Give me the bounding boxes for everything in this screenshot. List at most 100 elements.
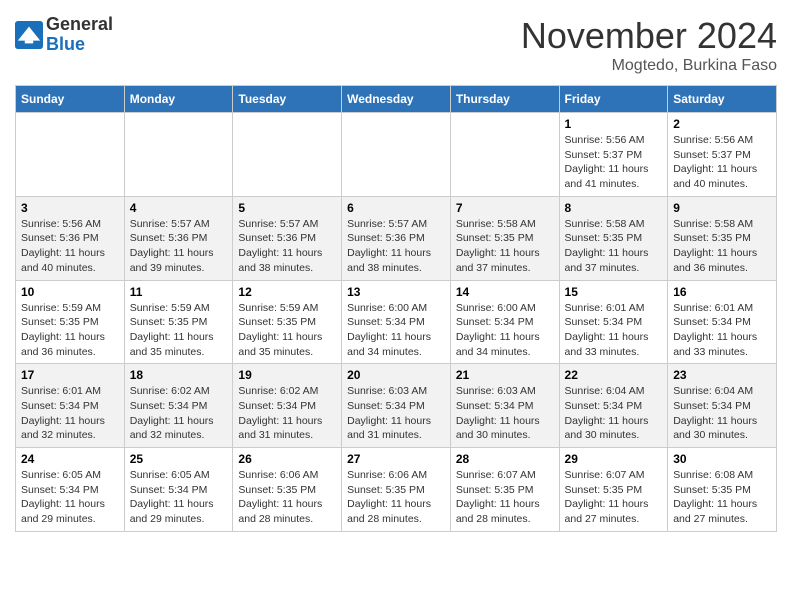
logo: General Blue: [15, 15, 113, 55]
day-info: Sunrise: 5:59 AMSunset: 5:35 PMDaylight:…: [238, 301, 336, 360]
calendar-table: Sunday Monday Tuesday Wednesday Thursday…: [15, 85, 777, 532]
day-number: 20: [347, 368, 445, 382]
calendar-week-1: 1 Sunrise: 5:56 AMSunset: 5:37 PMDaylight…: [16, 113, 777, 197]
day-info: Sunrise: 5:59 AMSunset: 5:35 PMDaylight:…: [130, 301, 228, 360]
day-info: Sunrise: 6:06 AMSunset: 5:35 PMDaylight:…: [347, 468, 445, 527]
logo-icon: [15, 21, 43, 49]
day-number: 14: [456, 285, 554, 299]
calendar-cell: 18Sunrise: 6:02 AMSunset: 5:34 PMDayligh…: [124, 364, 233, 448]
col-wednesday: Wednesday: [342, 86, 451, 113]
calendar-cell: [342, 113, 451, 197]
day-info: Sunrise: 6:08 AMSunset: 5:35 PMDaylight:…: [673, 468, 771, 527]
header-row: Sunday Monday Tuesday Wednesday Thursday…: [16, 86, 777, 113]
day-number: 29: [565, 452, 663, 466]
day-number: 19: [238, 368, 336, 382]
day-info: Sunrise: 5:56 AMSunset: 5:36 PMDaylight:…: [21, 217, 119, 276]
calendar-cell: [16, 113, 125, 197]
day-number: 11: [130, 285, 228, 299]
calendar-cell: [450, 113, 559, 197]
day-info: Sunrise: 6:07 AMSunset: 5:35 PMDaylight:…: [456, 468, 554, 527]
calendar-cell: 1 Sunrise: 5:56 AMSunset: 5:37 PMDaylight…: [559, 113, 668, 197]
calendar-cell: 14 Sunrise: 6:00 AMSunset: 5:34 PMDayligh…: [450, 280, 559, 364]
day-number: 24: [21, 452, 119, 466]
day-number: 6: [347, 201, 445, 215]
calendar-week-4: 17 Sunrise: 6:01 AMSunset: 5:34 PMDayligh…: [16, 364, 777, 448]
calendar-cell: 26 Sunrise: 6:06 AMSunset: 5:35 PMDayligh…: [233, 448, 342, 532]
day-info: Sunrise: 5:57 AMSunset: 5:36 PMDaylight:…: [238, 217, 336, 276]
title-block: November 2024 Mogtedo, Burkina Faso: [521, 15, 777, 75]
day-number: 27: [347, 452, 445, 466]
day-info: Sunrise: 6:03 AMSunset: 5:34 PMDaylight:…: [347, 384, 445, 443]
calendar-cell: 29 Sunrise: 6:07 AMSunset: 5:35 PMDayligh…: [559, 448, 668, 532]
logo-general: General: [46, 14, 113, 34]
col-saturday: Saturday: [668, 86, 777, 113]
day-number: 12: [238, 285, 336, 299]
calendar-cell: 24Sunrise: 6:05 AMSunset: 5:34 PMDayligh…: [16, 448, 125, 532]
day-number: 5: [238, 201, 336, 215]
day-number: 25: [130, 452, 228, 466]
day-info: Sunrise: 6:01 AMSunset: 5:34 PMDaylight:…: [21, 384, 119, 443]
day-number: 21: [456, 368, 554, 382]
calendar-cell: 7 Sunrise: 5:58 AMSunset: 5:35 PMDaylight…: [450, 196, 559, 280]
day-info: Sunrise: 5:58 AMSunset: 5:35 PMDaylight:…: [565, 217, 663, 276]
day-info: Sunrise: 6:05 AMSunset: 5:34 PMDaylight:…: [130, 468, 228, 527]
calendar-cell: 6 Sunrise: 5:57 AMSunset: 5:36 PMDaylight…: [342, 196, 451, 280]
calendar-cell: 13 Sunrise: 6:00 AMSunset: 5:34 PMDayligh…: [342, 280, 451, 364]
day-info: Sunrise: 6:02 AMSunset: 5:34 PMDaylight:…: [238, 384, 336, 443]
day-info: Sunrise: 6:07 AMSunset: 5:35 PMDaylight:…: [565, 468, 663, 527]
calendar-week-3: 10 Sunrise: 5:59 AMSunset: 5:35 PMDayligh…: [16, 280, 777, 364]
day-info: Sunrise: 6:00 AMSunset: 5:34 PMDaylight:…: [456, 301, 554, 360]
location: Mogtedo, Burkina Faso: [521, 57, 777, 75]
day-info: Sunrise: 5:57 AMSunset: 5:36 PMDaylight:…: [347, 217, 445, 276]
calendar-cell: 28Sunrise: 6:07 AMSunset: 5:35 PMDayligh…: [450, 448, 559, 532]
day-info: Sunrise: 6:00 AMSunset: 5:34 PMDaylight:…: [347, 301, 445, 360]
col-friday: Friday: [559, 86, 668, 113]
day-number: 4: [130, 201, 228, 215]
day-number: 10: [21, 285, 119, 299]
day-number: 17: [21, 368, 119, 382]
calendar-cell: 9 Sunrise: 5:58 AMSunset: 5:35 PMDaylight…: [668, 196, 777, 280]
calendar-cell: [233, 113, 342, 197]
calendar-cell: 20 Sunrise: 6:03 AMSunset: 5:34 PMDayligh…: [342, 364, 451, 448]
day-info: Sunrise: 6:04 AMSunset: 5:34 PMDaylight:…: [565, 384, 663, 443]
col-sunday: Sunday: [16, 86, 125, 113]
calendar-cell: [124, 113, 233, 197]
day-number: 16: [673, 285, 771, 299]
day-info: Sunrise: 6:01 AMSunset: 5:34 PMDaylight:…: [673, 301, 771, 360]
calendar-cell: 15Sunrise: 6:01 AMSunset: 5:34 PMDayligh…: [559, 280, 668, 364]
calendar-cell: 3Sunrise: 5:56 AMSunset: 5:36 PMDaylight…: [16, 196, 125, 280]
day-number: 2: [673, 117, 771, 131]
calendar-cell: 22 Sunrise: 6:04 AMSunset: 5:34 PMDayligh…: [559, 364, 668, 448]
day-number: 30: [673, 452, 771, 466]
calendar-cell: 27 Sunrise: 6:06 AMSunset: 5:35 PMDayligh…: [342, 448, 451, 532]
calendar-cell: 21 Sunrise: 6:03 AMSunset: 5:34 PMDayligh…: [450, 364, 559, 448]
day-number: 13: [347, 285, 445, 299]
day-number: 7: [456, 201, 554, 215]
month-title: November 2024: [521, 15, 777, 57]
col-thursday: Thursday: [450, 86, 559, 113]
day-info: Sunrise: 5:58 AMSunset: 5:35 PMDaylight:…: [456, 217, 554, 276]
day-info: Sunrise: 6:06 AMSunset: 5:35 PMDaylight:…: [238, 468, 336, 527]
day-number: 1: [565, 117, 663, 131]
calendar-cell: 23Sunrise: 6:04 AMSunset: 5:34 PMDayligh…: [668, 364, 777, 448]
day-info: Sunrise: 5:58 AMSunset: 5:35 PMDaylight:…: [673, 217, 771, 276]
day-info: Sunrise: 5:56 AMSunset: 5:37 PMDaylight:…: [673, 133, 771, 192]
logo-blue: Blue: [46, 34, 85, 54]
day-number: 26: [238, 452, 336, 466]
day-info: Sunrise: 6:03 AMSunset: 5:34 PMDaylight:…: [456, 384, 554, 443]
calendar-cell: 25 Sunrise: 6:05 AMSunset: 5:34 PMDayligh…: [124, 448, 233, 532]
day-info: Sunrise: 5:57 AMSunset: 5:36 PMDaylight:…: [130, 217, 228, 276]
calendar-cell: 10Sunrise: 5:59 AMSunset: 5:35 PMDayligh…: [16, 280, 125, 364]
calendar-cell: 11 Sunrise: 5:59 AMSunset: 5:35 PMDayligh…: [124, 280, 233, 364]
calendar-cell: 12 Sunrise: 5:59 AMSunset: 5:35 PMDayligh…: [233, 280, 342, 364]
calendar-cell: 5 Sunrise: 5:57 AMSunset: 5:36 PMDaylight…: [233, 196, 342, 280]
day-number: 9: [673, 201, 771, 215]
calendar-cell: 8 Sunrise: 5:58 AMSunset: 5:35 PMDaylight…: [559, 196, 668, 280]
day-number: 8: [565, 201, 663, 215]
calendar-week-5: 24 Sunrise: 6:05 AMSunset: 5:34 PMDayligh…: [16, 448, 777, 532]
day-info: Sunrise: 5:56 AMSunset: 5:37 PMDaylight:…: [565, 133, 663, 192]
header: General Blue November 2024 Mogtedo, Burk…: [15, 15, 777, 75]
day-info: Sunrise: 6:02 AMSunset: 5:34 PMDaylight:…: [130, 384, 228, 443]
day-number: 22: [565, 368, 663, 382]
day-number: 15: [565, 285, 663, 299]
